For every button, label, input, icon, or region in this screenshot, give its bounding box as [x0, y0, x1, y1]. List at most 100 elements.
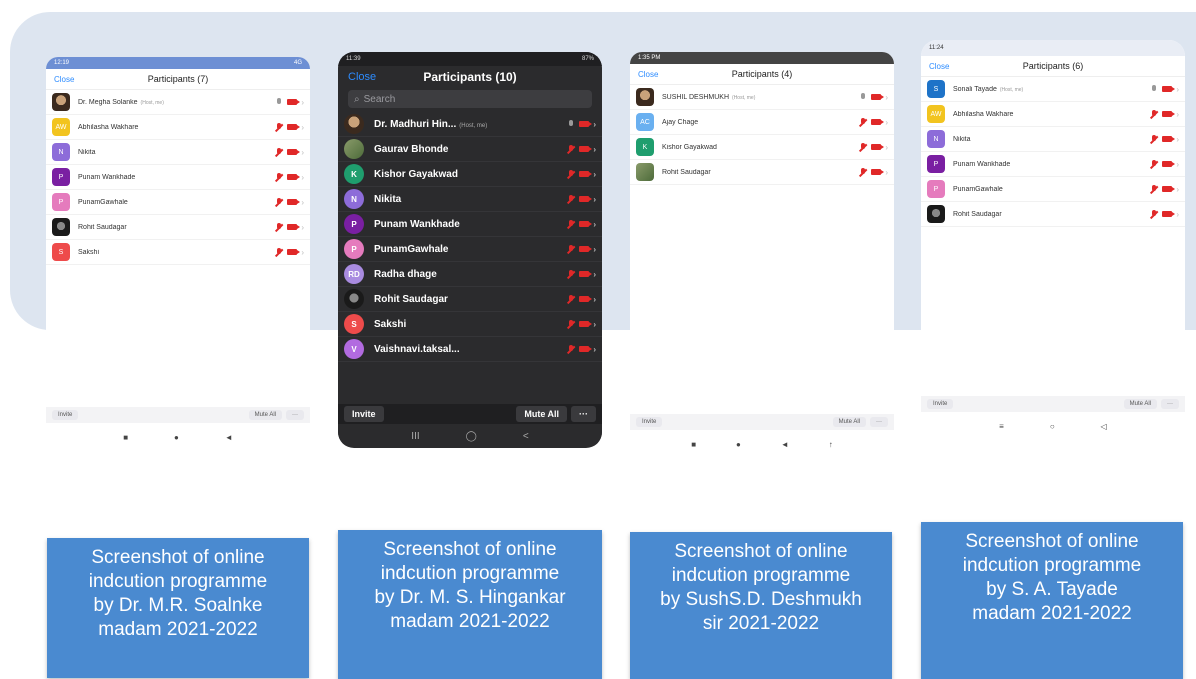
participant-row[interactable]: SUSHIL DESHMUKH (Host, me) ›	[630, 85, 894, 110]
more-button[interactable]: ···	[571, 406, 596, 422]
microphone-icon[interactable]	[567, 119, 575, 129]
video-off-icon[interactable]	[579, 221, 593, 227]
invite-button[interactable]: Invite	[52, 410, 79, 420]
microphone-muted-icon[interactable]	[275, 147, 283, 157]
participant-row[interactable]: S Sakshi ›	[338, 312, 602, 337]
microphone-muted-icon[interactable]	[1150, 134, 1158, 144]
back-icon[interactable]: <	[523, 431, 529, 442]
participant-row[interactable]: RD Radha dhage ›	[338, 262, 602, 287]
mute-all-button[interactable]: Mute All	[832, 417, 866, 427]
participant-row[interactable]: V Vaishnavi.taksal... ›	[338, 337, 602, 362]
video-off-icon[interactable]	[287, 224, 301, 230]
home-icon[interactable]: ○	[1050, 422, 1055, 431]
video-off-icon[interactable]	[871, 144, 885, 150]
microphone-muted-icon[interactable]	[567, 269, 575, 279]
microphone-muted-icon[interactable]	[567, 219, 575, 229]
mute-all-button[interactable]: Mute All	[1123, 399, 1157, 409]
video-off-icon[interactable]	[579, 246, 593, 252]
video-off-icon[interactable]	[287, 124, 301, 130]
participant-row[interactable]: Rohit Saudagar ›	[921, 202, 1185, 227]
microphone-muted-icon[interactable]	[567, 144, 575, 154]
microphone-muted-icon[interactable]	[1150, 209, 1158, 219]
video-off-icon[interactable]	[287, 149, 301, 155]
video-off-icon[interactable]	[287, 249, 301, 255]
microphone-muted-icon[interactable]	[1150, 159, 1158, 169]
microphone-muted-icon[interactable]	[275, 172, 283, 182]
close-button[interactable]: Close	[348, 66, 376, 88]
search-input[interactable]: ⌕ Search	[348, 90, 592, 108]
microphone-muted-icon[interactable]	[275, 222, 283, 232]
participant-row[interactable]: S Sakshi ›	[46, 240, 310, 265]
participant-row[interactable]: Rohit Saudagar ›	[46, 215, 310, 240]
microphone-muted-icon[interactable]	[567, 194, 575, 204]
invite-button[interactable]: Invite	[927, 399, 954, 409]
video-off-icon[interactable]	[579, 321, 593, 327]
microphone-icon[interactable]	[1150, 84, 1158, 94]
participant-row[interactable]: AC Ajay Chage ›	[630, 110, 894, 135]
microphone-muted-icon[interactable]	[567, 319, 575, 329]
video-off-icon[interactable]	[871, 94, 885, 100]
recent-apps-icon[interactable]: ■	[691, 440, 696, 449]
microphone-muted-icon[interactable]	[275, 122, 283, 132]
close-button[interactable]: Close	[54, 69, 74, 89]
participant-row[interactable]: P Punam Wankhade ›	[921, 152, 1185, 177]
participant-row[interactable]: Gaurav Bhonde ›	[338, 137, 602, 162]
participant-row[interactable]: N Nikita ›	[46, 140, 310, 165]
video-off-icon[interactable]	[1162, 161, 1176, 167]
mute-all-button[interactable]: Mute All	[248, 410, 282, 420]
microphone-muted-icon[interactable]	[1150, 184, 1158, 194]
home-icon[interactable]: ●	[174, 433, 179, 442]
microphone-muted-icon[interactable]	[567, 244, 575, 254]
back-icon[interactable]: ◄	[781, 440, 789, 449]
microphone-muted-icon[interactable]	[1150, 109, 1158, 119]
mute-all-button[interactable]: Mute All	[516, 406, 567, 422]
participant-row[interactable]: Dr. Madhuri Hin... (Host, me) ›	[338, 112, 602, 137]
participant-row[interactable]: N Nikita ›	[338, 187, 602, 212]
participant-row[interactable]: K Kishor Gayakwad ›	[338, 162, 602, 187]
back-icon[interactable]: ◁	[1101, 422, 1107, 431]
participant-row[interactable]: S Sonali Tayade (Host, me) ›	[921, 77, 1185, 102]
video-off-icon[interactable]	[579, 346, 593, 352]
microphone-muted-icon[interactable]	[859, 167, 867, 177]
more-button[interactable]: ···	[286, 410, 304, 420]
invite-button[interactable]: Invite	[344, 406, 384, 422]
home-icon[interactable]: ◯	[466, 431, 477, 442]
back-icon[interactable]: ◄	[225, 433, 233, 442]
nav-up-icon[interactable]: ↑	[829, 440, 833, 449]
microphone-icon[interactable]	[275, 97, 283, 107]
microphone-muted-icon[interactable]	[567, 294, 575, 304]
video-off-icon[interactable]	[287, 99, 301, 105]
participant-row[interactable]: P PunamGawhale ›	[338, 237, 602, 262]
microphone-muted-icon[interactable]	[275, 247, 283, 257]
participant-row[interactable]: AW Abhilasha Wakhare ›	[46, 115, 310, 140]
video-off-icon[interactable]	[579, 296, 593, 302]
video-off-icon[interactable]	[579, 196, 593, 202]
video-off-icon[interactable]	[579, 121, 593, 127]
microphone-muted-icon[interactable]	[567, 344, 575, 354]
video-off-icon[interactable]	[871, 169, 885, 175]
microphone-icon[interactable]	[859, 92, 867, 102]
participant-row[interactable]: P PunamGawhale ›	[921, 177, 1185, 202]
video-off-icon[interactable]	[579, 171, 593, 177]
more-button[interactable]: ···	[1161, 399, 1179, 409]
recent-apps-icon[interactable]: III	[411, 431, 419, 442]
microphone-muted-icon[interactable]	[567, 169, 575, 179]
participant-row[interactable]: N Nikita ›	[921, 127, 1185, 152]
microphone-muted-icon[interactable]	[275, 197, 283, 207]
participant-row[interactable]: AW Abhilasha Wakhare ›	[921, 102, 1185, 127]
microphone-muted-icon[interactable]	[859, 117, 867, 127]
video-off-icon[interactable]	[287, 199, 301, 205]
video-off-icon[interactable]	[1162, 86, 1176, 92]
recent-apps-icon[interactable]: ≡	[999, 422, 1004, 431]
participant-row[interactable]: K Kishor Gayakwad ›	[630, 135, 894, 160]
video-off-icon[interactable]	[1162, 211, 1176, 217]
home-icon[interactable]: ●	[736, 440, 741, 449]
close-button[interactable]: Close	[638, 64, 658, 84]
more-button[interactable]: ···	[870, 417, 888, 427]
participant-row[interactable]: P Punam Wankhade ›	[46, 165, 310, 190]
video-off-icon[interactable]	[1162, 136, 1176, 142]
video-off-icon[interactable]	[1162, 111, 1176, 117]
video-off-icon[interactable]	[287, 174, 301, 180]
video-off-icon[interactable]	[579, 146, 593, 152]
participant-row[interactable]: P Punam Wankhade ›	[338, 212, 602, 237]
